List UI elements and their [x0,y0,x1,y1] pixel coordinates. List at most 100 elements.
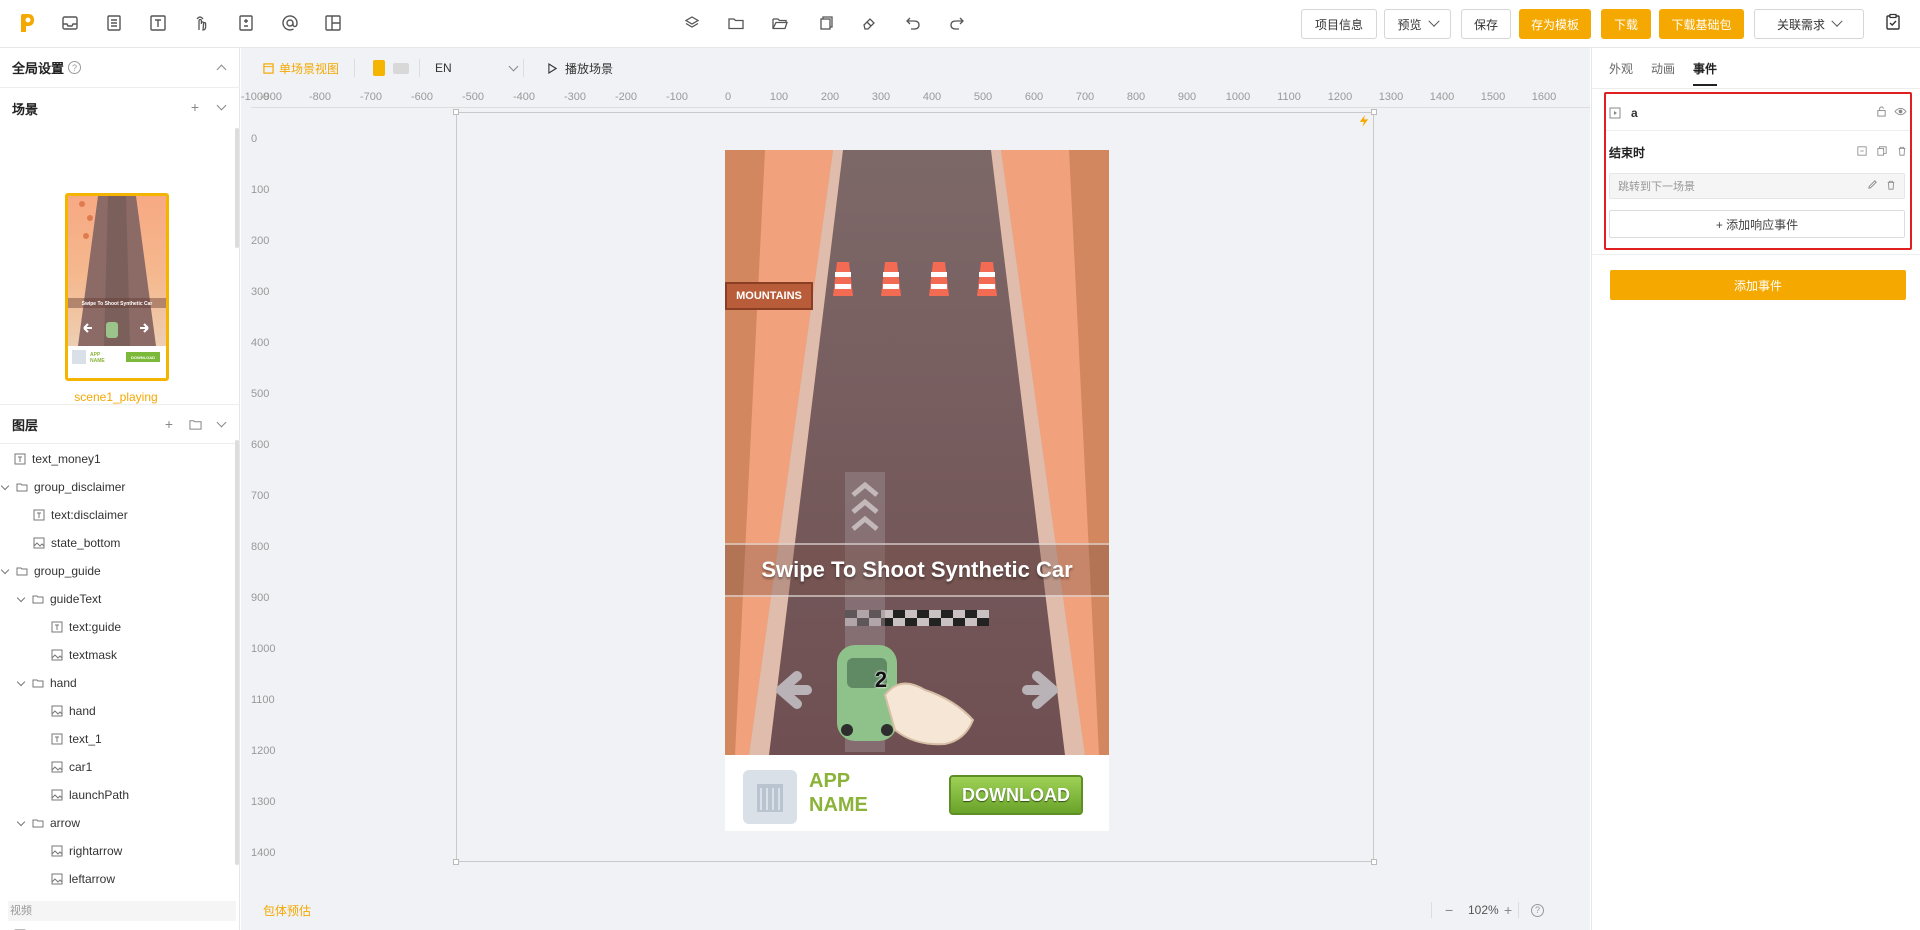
divider [354,59,355,77]
app-logo-icon [18,12,36,34]
single-scene-view-toggle[interactable]: 单场景视图 [263,60,339,77]
layer-row[interactable]: hand [0,669,232,697]
layer-row[interactable]: group_guide [0,557,232,585]
resize-handle[interactable] [1371,859,1377,865]
properties-panel: 外观 动画 事件 a 结束时 跳转到下一场景 + 添加响应事件 添加事件 [1591,48,1920,930]
redo-icon[interactable] [948,14,966,32]
layer-row[interactable]: text_1 [0,725,232,753]
video-row[interactable]: a_cycle [0,921,232,930]
layout-list-icon[interactable] [105,14,123,32]
resize-handle[interactable] [453,859,459,865]
layers-scrollbar[interactable] [235,440,239,865]
game-preview[interactable]: MOUNTAINS Swipe To Shoot Synthetic Car 2… [725,150,1109,831]
scene-scrollbar[interactable] [235,128,239,248]
download-button[interactable]: 下载 [1601,9,1651,39]
ruler-tick: 800 [1126,91,1146,103]
layer-row[interactable]: rightarrow [0,837,232,865]
color-swatch-secondary[interactable] [393,62,409,74]
layer-row[interactable]: arrow [0,809,232,837]
text-tool-icon[interactable] [149,14,167,32]
layer-row[interactable]: hand [0,697,232,725]
collapse-icon[interactable] [214,60,228,74]
layers-icon[interactable] [683,14,701,32]
play-scene-button[interactable]: 播放场景 [548,60,613,77]
add-layer-icon[interactable]: + [162,416,176,432]
download-base-button[interactable]: 下载基础包 [1659,9,1744,39]
layer-row[interactable]: launchPath [0,781,232,809]
help-icon[interactable]: ? [1531,903,1544,917]
preview-label: 预览 [1397,17,1422,32]
resize-handle[interactable] [1371,109,1377,115]
clipboard-check-icon[interactable] [1884,13,1904,33]
save-template-button[interactable]: 存为模板 [1519,9,1591,39]
tab-events[interactable]: 事件 [1693,48,1718,88]
zoom-in-button[interactable]: + [1504,902,1512,918]
layer-row[interactable]: state_bottom [0,529,232,557]
gesture-tool-icon[interactable] [192,14,210,32]
color-swatch-primary[interactable] [373,60,385,76]
add-folder-icon[interactable] [188,417,202,431]
layer-row[interactable]: text:guide [0,613,232,641]
help-icon[interactable]: ? [68,61,82,74]
tab-appearance[interactable]: 外观 [1609,48,1633,88]
linked-requirement-dropdown[interactable]: 关联需求 [1754,9,1864,39]
layer-row[interactable]: text_money1 [0,445,232,473]
at-sign-icon[interactable] [281,14,299,32]
ruler-tick: -500 [461,91,485,103]
layer-row[interactable]: text:disclaimer [0,501,232,529]
canvas-area: 单场景视图 EN 播放场景 -100 0 -900 -800 -700 -600 … [241,48,1590,930]
folder-icon[interactable] [727,14,745,32]
layer-row[interactable]: group_disclaimer [0,473,232,501]
chevron-down-icon[interactable] [214,417,228,431]
global-settings-header[interactable]: 全局设置 ? [0,48,240,88]
ruler-tick: 400 [251,337,270,349]
scene-thumbnail[interactable]: APP NAME DOWNLOAD Swipe To Shoot Synthet… [65,193,169,381]
layer-row[interactable]: car1 [0,753,232,781]
panel-layout-icon[interactable] [324,14,342,32]
folder-icon [16,481,28,493]
preview-dropdown[interactable]: 预览 [1384,9,1451,39]
expand-arrow-icon[interactable] [16,593,26,602]
vertical-ruler: 0 100 200 300 400 500 600 700 800 900 10… [241,108,281,898]
add-scene-icon[interactable]: + [188,99,202,115]
package-estimate-link[interactable]: 包体预估 [263,902,311,919]
chevron-down-icon[interactable] [214,100,228,114]
zoom-out-button[interactable]: − [1445,902,1453,918]
add-event-button[interactable]: 添加事件 [1610,270,1906,300]
expand-arrow-icon[interactable] [16,677,26,686]
layer-row[interactable]: guideText [0,585,232,613]
undo-icon[interactable] [904,14,922,32]
tab-animation[interactable]: 动画 [1651,48,1675,88]
project-info-button[interactable]: 项目信息 [1301,9,1377,39]
folder-open-icon[interactable] [771,14,789,32]
ruler-tick: -200 [614,91,638,103]
scene-name-label[interactable]: scene1_playing [0,390,232,404]
resize-handle[interactable] [453,109,459,115]
copy-icon[interactable] [816,14,834,32]
chevron-down-icon [1831,15,1843,27]
save-button[interactable]: 保存 [1461,9,1511,39]
counter-tool-icon[interactable] [237,14,255,32]
inbox-icon[interactable] [61,14,79,32]
folder-icon [32,817,44,829]
ruler-tick: 600 [251,439,270,451]
image-layer-icon [51,845,63,857]
instruction-text: Swipe To Shoot Synthetic Car [761,557,1073,582]
layer-label: rightarrow [69,844,123,858]
expand-arrow-icon[interactable] [16,817,26,826]
divider [523,59,524,77]
language-value: EN [435,61,452,75]
language-select[interactable]: EN [435,61,519,75]
properties-tabs: 外观 动画 事件 [1609,48,1718,88]
app-name-line2: NAME [809,794,868,816]
scene-section-header: 场景 + [0,88,240,128]
expand-arrow-icon[interactable] [0,565,10,574]
layer-row[interactable]: textmask [0,641,232,669]
app-icon [743,770,797,824]
layer-row[interactable]: leftarrow [0,865,232,893]
image-layer-icon [51,649,63,661]
expand-arrow-icon[interactable] [0,481,10,490]
ad-download-button[interactable]: DOWNLOAD [949,775,1083,815]
eraser-icon[interactable] [860,14,878,32]
text-layer-icon [51,733,63,745]
